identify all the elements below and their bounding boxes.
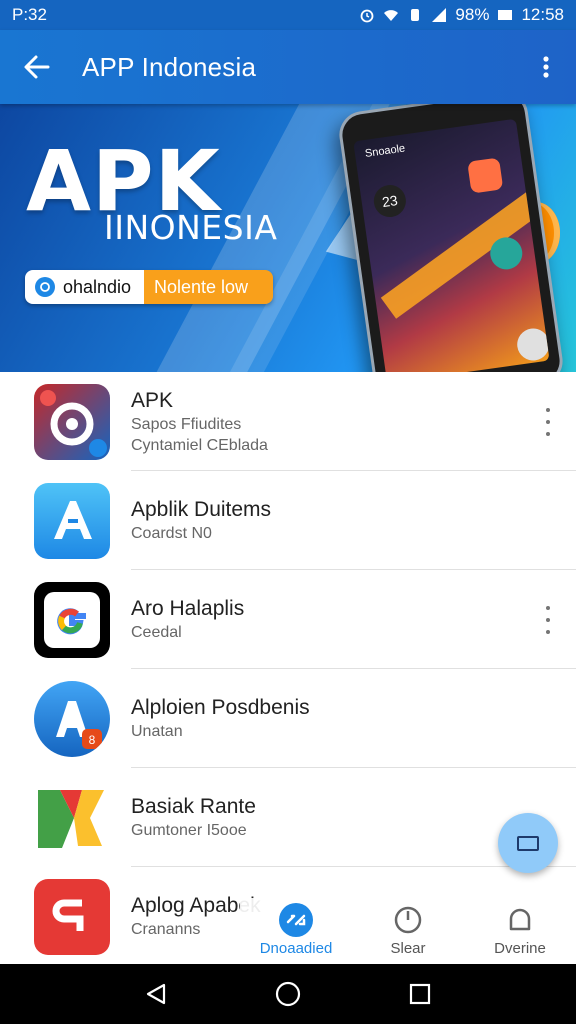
- app-subtitle: Gumtoner I5ooe: [131, 822, 247, 839]
- list-item-text: Aro Halaplis Ceedal: [131, 570, 244, 669]
- phone-app-icon: 23: [371, 182, 408, 220]
- status-icons: 98% 12:58: [359, 5, 564, 25]
- app-subtitle: Unatan: [131, 723, 183, 740]
- app-icon: [34, 779, 110, 856]
- vibrate-icon: [411, 9, 420, 21]
- app-name: Alploien Posdbenis: [131, 696, 310, 719]
- app-subtitle: Sapos Ffiudites: [131, 415, 242, 433]
- phone-app-icon: [515, 326, 550, 363]
- phone-badge: 23: [381, 192, 399, 211]
- app-subtitle: Ceedal: [131, 624, 182, 641]
- bottom-navigation: Dnoaadied Slear Dverine: [240, 898, 576, 964]
- page-title: APP Indonesia: [82, 51, 257, 82]
- app-name: APK: [131, 388, 174, 412]
- battery-icon: [498, 10, 513, 20]
- app-name: Basiak Rante: [131, 795, 256, 818]
- wifi-icon: [384, 10, 399, 21]
- nav-item-download[interactable]: Dnoaadied: [240, 898, 352, 964]
- nav-item-search[interactable]: Slear: [352, 898, 464, 964]
- phone-decoration: [380, 180, 550, 319]
- back-triangle-icon: [146, 983, 166, 1005]
- banner-pill[interactable]: ohalndio Nolente low: [25, 270, 273, 304]
- more-vert-icon: [543, 56, 549, 78]
- system-home-button[interactable]: [268, 974, 308, 1014]
- system-recents-button[interactable]: [400, 974, 440, 1014]
- home-circle-icon: [275, 981, 301, 1007]
- promo-banner[interactable]: APK IINONESIA ohalndio Nolente low Snoao…: [0, 104, 576, 372]
- item-more-button[interactable]: [540, 407, 556, 436]
- svg-text:8: 8: [89, 733, 96, 747]
- banner-pill-right: Nolente low: [144, 270, 273, 304]
- bell-icon: [502, 902, 538, 938]
- refresh-icon: [35, 277, 55, 297]
- phone-illustration: Snoaole 23: [336, 104, 566, 372]
- list-item-text: Basiak Rante Gumtoner I5ooe: [131, 768, 256, 867]
- banner-subline: IINONESIA: [104, 208, 278, 247]
- nav-label: Dverine: [494, 940, 546, 957]
- status-bar: P:32 98% 12:58: [0, 0, 576, 30]
- app-icon: [34, 581, 110, 658]
- app-icon: [34, 383, 110, 460]
- nav-label: Slear: [390, 940, 426, 957]
- recents-square-icon: [409, 983, 431, 1005]
- banner-pill-left: ohalndio: [25, 270, 144, 304]
- app-name: Apblik Duitems: [131, 498, 272, 521]
- list-item-text: Apblik Duitems Coardst N0: [131, 471, 271, 570]
- back-button[interactable]: [16, 47, 56, 87]
- search-icon: [390, 902, 426, 938]
- list-item-text: APK Sapos Ffiudites Cyntamiel CEblada: [131, 372, 268, 471]
- battery-percent: 98%: [455, 5, 490, 24]
- app-list: APK Sapos Ffiudites Cyntamiel CEblada Ap…: [0, 372, 576, 966]
- phone-screen-label: Snoaole: [364, 142, 406, 160]
- nav-label: Dnoaadied: [259, 940, 333, 957]
- banner-pill-right-label: Nolente low: [154, 276, 249, 297]
- system-navigation-bar: [0, 964, 576, 1024]
- app-name: Aro Halaplis: [131, 597, 245, 620]
- app-bar: APP Indonesia: [0, 30, 576, 104]
- app-icon: 8: [34, 680, 110, 757]
- phone-app-icon: [467, 157, 504, 194]
- list-item[interactable]: 8 Alploien Posdbenis Unatan: [0, 669, 576, 768]
- app-subtitle: Cyntamiel CEblada: [131, 436, 268, 454]
- download-icon: [278, 902, 314, 938]
- list-item[interactable]: Basiak Rante Gumtoner I5ooe: [0, 768, 576, 867]
- screen: P:32 98% 12:58 APP Indonesia APK IINONES…: [0, 0, 576, 1024]
- app-subtitle: Coardst N0: [131, 525, 212, 542]
- nav-item-notifications[interactable]: Dverine: [464, 898, 576, 964]
- window-icon: [517, 835, 539, 851]
- signal-icon: [432, 8, 447, 22]
- overflow-menu-button[interactable]: [532, 47, 560, 87]
- banner-pill-left-label: ohalndio: [63, 276, 132, 297]
- floating-action-button[interactable]: [498, 813, 558, 873]
- list-item[interactable]: Apblik Duitems Coardst N0: [0, 471, 576, 570]
- list-item-text: Alploien Posdbenis Unatan: [131, 669, 310, 768]
- phone-screen: Snoaole 23: [353, 118, 550, 372]
- list-item[interactable]: APK Sapos Ffiudites Cyntamiel CEblada: [0, 372, 576, 471]
- app-icon: [34, 878, 110, 955]
- item-more-button[interactable]: [540, 605, 556, 634]
- clock: 12:58: [521, 5, 564, 24]
- alarm-icon: [361, 9, 374, 23]
- app-icon: [34, 482, 110, 559]
- list-item[interactable]: Aro Halaplis Ceedal: [0, 570, 576, 669]
- system-back-button[interactable]: [136, 974, 176, 1014]
- status-left-text: P:32: [12, 5, 47, 24]
- back-arrow-icon: [24, 55, 50, 79]
